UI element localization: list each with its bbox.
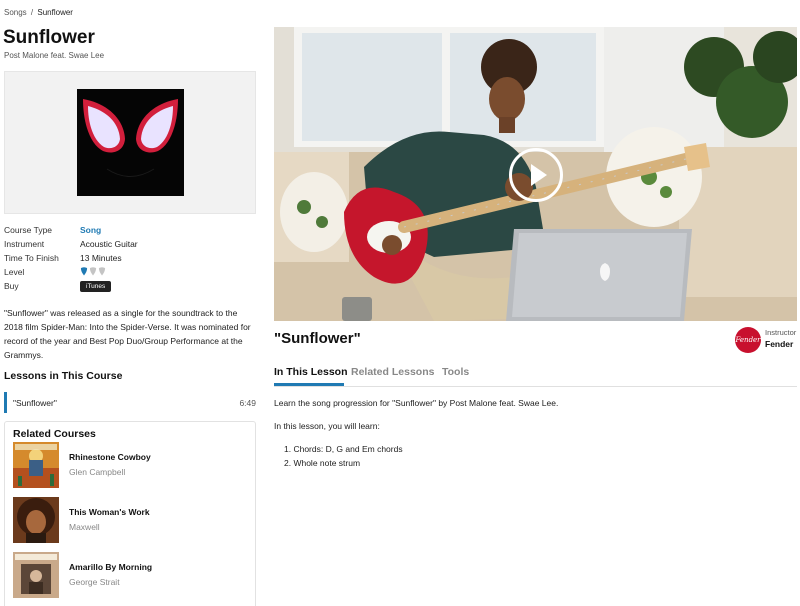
breadcrumb-separator: /	[30, 8, 34, 17]
buy-label: Buy	[4, 281, 19, 291]
learn-heading: In this lesson, you will learn:	[274, 421, 380, 431]
related-course-thumbnail	[13, 497, 59, 543]
course-type-label: Course Type	[4, 225, 53, 235]
related-courses-heading: Related Courses	[13, 428, 96, 440]
album-cover-image	[77, 89, 184, 196]
song-description: "Sunflower" was released as a single for…	[4, 308, 251, 360]
lesson-duration: 6:49	[239, 398, 256, 408]
song-artist: Post Malone feat. Swae Lee	[4, 51, 105, 60]
lesson-name: "Sunflower"	[13, 398, 57, 408]
time-to-finish-value: 13 Minutes	[80, 253, 122, 263]
related-course-title: Amarillo By Morning	[69, 562, 153, 572]
learn-list-item: 1. Chords: D, G and Em chords	[284, 444, 403, 454]
lessons-heading: Lessons in This Course	[4, 370, 123, 382]
lesson-video-player[interactable]	[274, 27, 797, 321]
learn-list: 1. Chords: D, G and Em chords 2. Whole n…	[284, 444, 403, 472]
breadcrumb-songs-link[interactable]: Songs	[4, 8, 27, 17]
lesson-tabs: In This Lesson Related Lessons Tools	[274, 361, 797, 387]
fender-logo-icon: Fender	[735, 327, 761, 353]
time-to-finish-label: Time To Finish	[4, 253, 59, 263]
course-type-row: Course Type Song	[4, 225, 256, 239]
page-title: Sunflower	[3, 27, 95, 48]
instrument-value: Acoustic Guitar	[80, 239, 138, 249]
course-sidebar: Songs / Sunflower Sunflower Post Malone …	[0, 0, 258, 606]
level-pick-icon	[80, 267, 88, 276]
album-cover-panel	[4, 71, 256, 214]
level-row: Level	[4, 267, 256, 281]
breadcrumb-current: Sunflower	[37, 8, 73, 17]
learn-list-item: 2. Whole note strum	[284, 458, 361, 468]
lesson-intro: Learn the song progression for "Sunflowe…	[274, 398, 559, 408]
play-icon	[531, 164, 547, 186]
buy-row: Buy iTunes	[4, 281, 256, 295]
level-label: Level	[4, 267, 25, 277]
related-course-item[interactable]: Amarillo By Morning George Strait	[13, 552, 253, 598]
related-course-thumbnail	[13, 442, 59, 488]
instructor-name: Fender	[765, 339, 794, 349]
breadcrumb: Songs / Sunflower	[4, 8, 73, 17]
related-course-item[interactable]: Rhinestone Cowboy Glen Campbell	[13, 442, 253, 488]
related-course-item[interactable]: This Woman's Work Maxwell	[13, 497, 253, 543]
course-details: Course Type Song Instrument Acoustic Gui…	[4, 225, 256, 295]
related-course-artist: Glen Campbell	[69, 467, 126, 477]
related-courses-panel: Related Courses Rhinestone Cowboy Glen C…	[4, 421, 256, 606]
related-course-artist: Maxwell	[69, 522, 100, 532]
course-type-value[interactable]: Song	[80, 225, 101, 235]
related-course-artist: George Strait	[69, 577, 120, 587]
level-pick-icon	[98, 267, 106, 276]
related-course-title: Rhinestone Cowboy	[69, 452, 151, 462]
active-tab-indicator	[274, 383, 344, 386]
tab-tools[interactable]: Tools	[442, 366, 469, 378]
related-course-thumbnail	[13, 552, 59, 598]
tab-in-this-lesson[interactable]: In This Lesson	[274, 366, 348, 378]
level-indicator	[80, 267, 106, 276]
time-to-finish-row: Time To Finish 13 Minutes	[4, 253, 256, 267]
tab-related-lessons[interactable]: Related Lessons	[351, 366, 434, 378]
itunes-button[interactable]: iTunes	[80, 281, 112, 292]
instructor-info[interactable]: Fender Instructor Fender	[735, 327, 797, 353]
level-pick-icon	[89, 267, 97, 276]
instrument-label: Instrument	[4, 239, 45, 249]
lesson-list-item[interactable]: "Sunflower" 6:49	[4, 392, 256, 413]
instructor-label: Instructor	[765, 328, 797, 337]
lesson-title: "Sunflower"	[274, 330, 361, 347]
related-course-title: This Woman's Work	[69, 507, 150, 517]
instrument-row: Instrument Acoustic Guitar	[4, 239, 256, 253]
play-button[interactable]	[509, 148, 563, 202]
